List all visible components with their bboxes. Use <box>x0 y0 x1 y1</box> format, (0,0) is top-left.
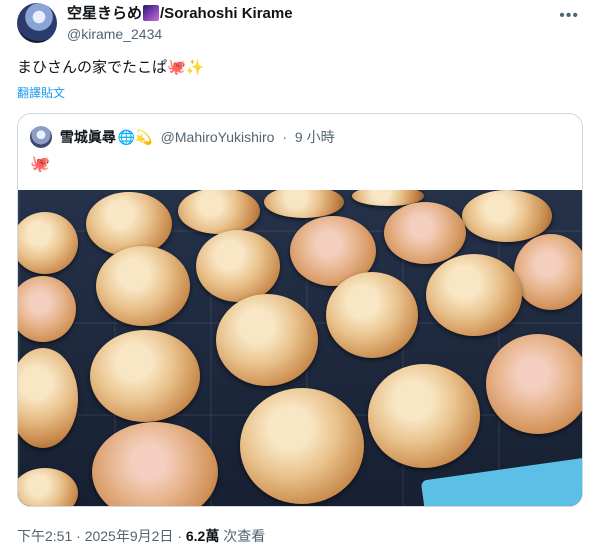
meta-separator: · <box>177 528 182 544</box>
galaxy-icon <box>143 5 160 21</box>
more-options-icon[interactable]: ••• <box>559 7 579 25</box>
quoted-separator: · <box>282 129 288 145</box>
meta-separator: · <box>76 528 81 544</box>
translate-post-link[interactable]: 翻譯貼文 <box>17 84 65 101</box>
octopus-emoji: 🐙 <box>167 59 186 76</box>
takoyaki-photo[interactable] <box>18 190 582 506</box>
author-display-name[interactable]: 空星きらめ/Sorahoshi Kirame <box>67 4 293 24</box>
quoted-octopus-emoji: 🐙 <box>30 156 50 173</box>
quoted-tweet-header: 雪城眞尋 🌐💫 @MahiroYukishiro · 9 小時 <box>30 126 335 148</box>
sparkles-emoji: ✨ <box>185 59 205 76</box>
tweet-header: 空星きらめ/Sorahoshi Kirame @kirame_2434 ••• <box>17 3 587 47</box>
takoyaki-ball <box>86 192 172 256</box>
quoted-author-handle[interactable]: @MahiroYukishiro <box>161 129 275 145</box>
takoyaki-ball <box>486 334 582 434</box>
globe-icon: 🌐 <box>117 129 136 145</box>
quoted-author-avatar[interactable] <box>30 126 52 148</box>
quoted-tweet[interactable]: 雪城眞尋 🌐💫 @MahiroYukishiro · 9 小時 🐙 <box>17 113 583 507</box>
post-time[interactable]: 下午2:51 <box>17 528 72 544</box>
dizzy-sparkle-icon: 💫 <box>135 129 153 145</box>
tweet-meta: 下午2:51 · 2025年9月2日 · 6.2萬 次查看 <box>17 526 265 546</box>
display-name-prefix: 空星きらめ <box>67 5 143 22</box>
takoyaki-ball <box>178 190 260 234</box>
post-date[interactable]: 2025年9月2日 <box>85 528 174 544</box>
takoyaki-ball <box>326 272 418 358</box>
takoyaki-ball <box>384 202 466 264</box>
takoyaki-ball <box>216 294 318 386</box>
author-handle[interactable]: @kirame_2434 <box>67 24 293 44</box>
author-names: 空星きらめ/Sorahoshi Kirame @kirame_2434 <box>67 4 293 44</box>
takoyaki-ball <box>368 364 480 468</box>
views-count: 6.2萬 <box>185 528 220 544</box>
quoted-time[interactable]: 9 小時 <box>295 129 335 145</box>
takoyaki-ball <box>240 388 364 504</box>
takoyaki-ball <box>196 230 280 302</box>
views-label: 次查看 <box>223 528 266 544</box>
tweet-text: まひさんの家でたこぱ🐙✨ <box>17 57 204 79</box>
author-avatar[interactable] <box>17 3 57 43</box>
takoyaki-ball <box>96 246 190 326</box>
takoyaki-ball <box>514 234 582 310</box>
takoyaki-ball <box>426 254 522 336</box>
quoted-author-name[interactable]: 雪城眞尋 <box>60 129 116 145</box>
tweet-text-body: まひさんの家でたこぱ <box>17 59 168 76</box>
display-name-suffix: /Sorahoshi Kirame <box>160 5 293 22</box>
takoyaki-ball <box>90 330 200 422</box>
takoyaki-ball <box>462 190 552 242</box>
